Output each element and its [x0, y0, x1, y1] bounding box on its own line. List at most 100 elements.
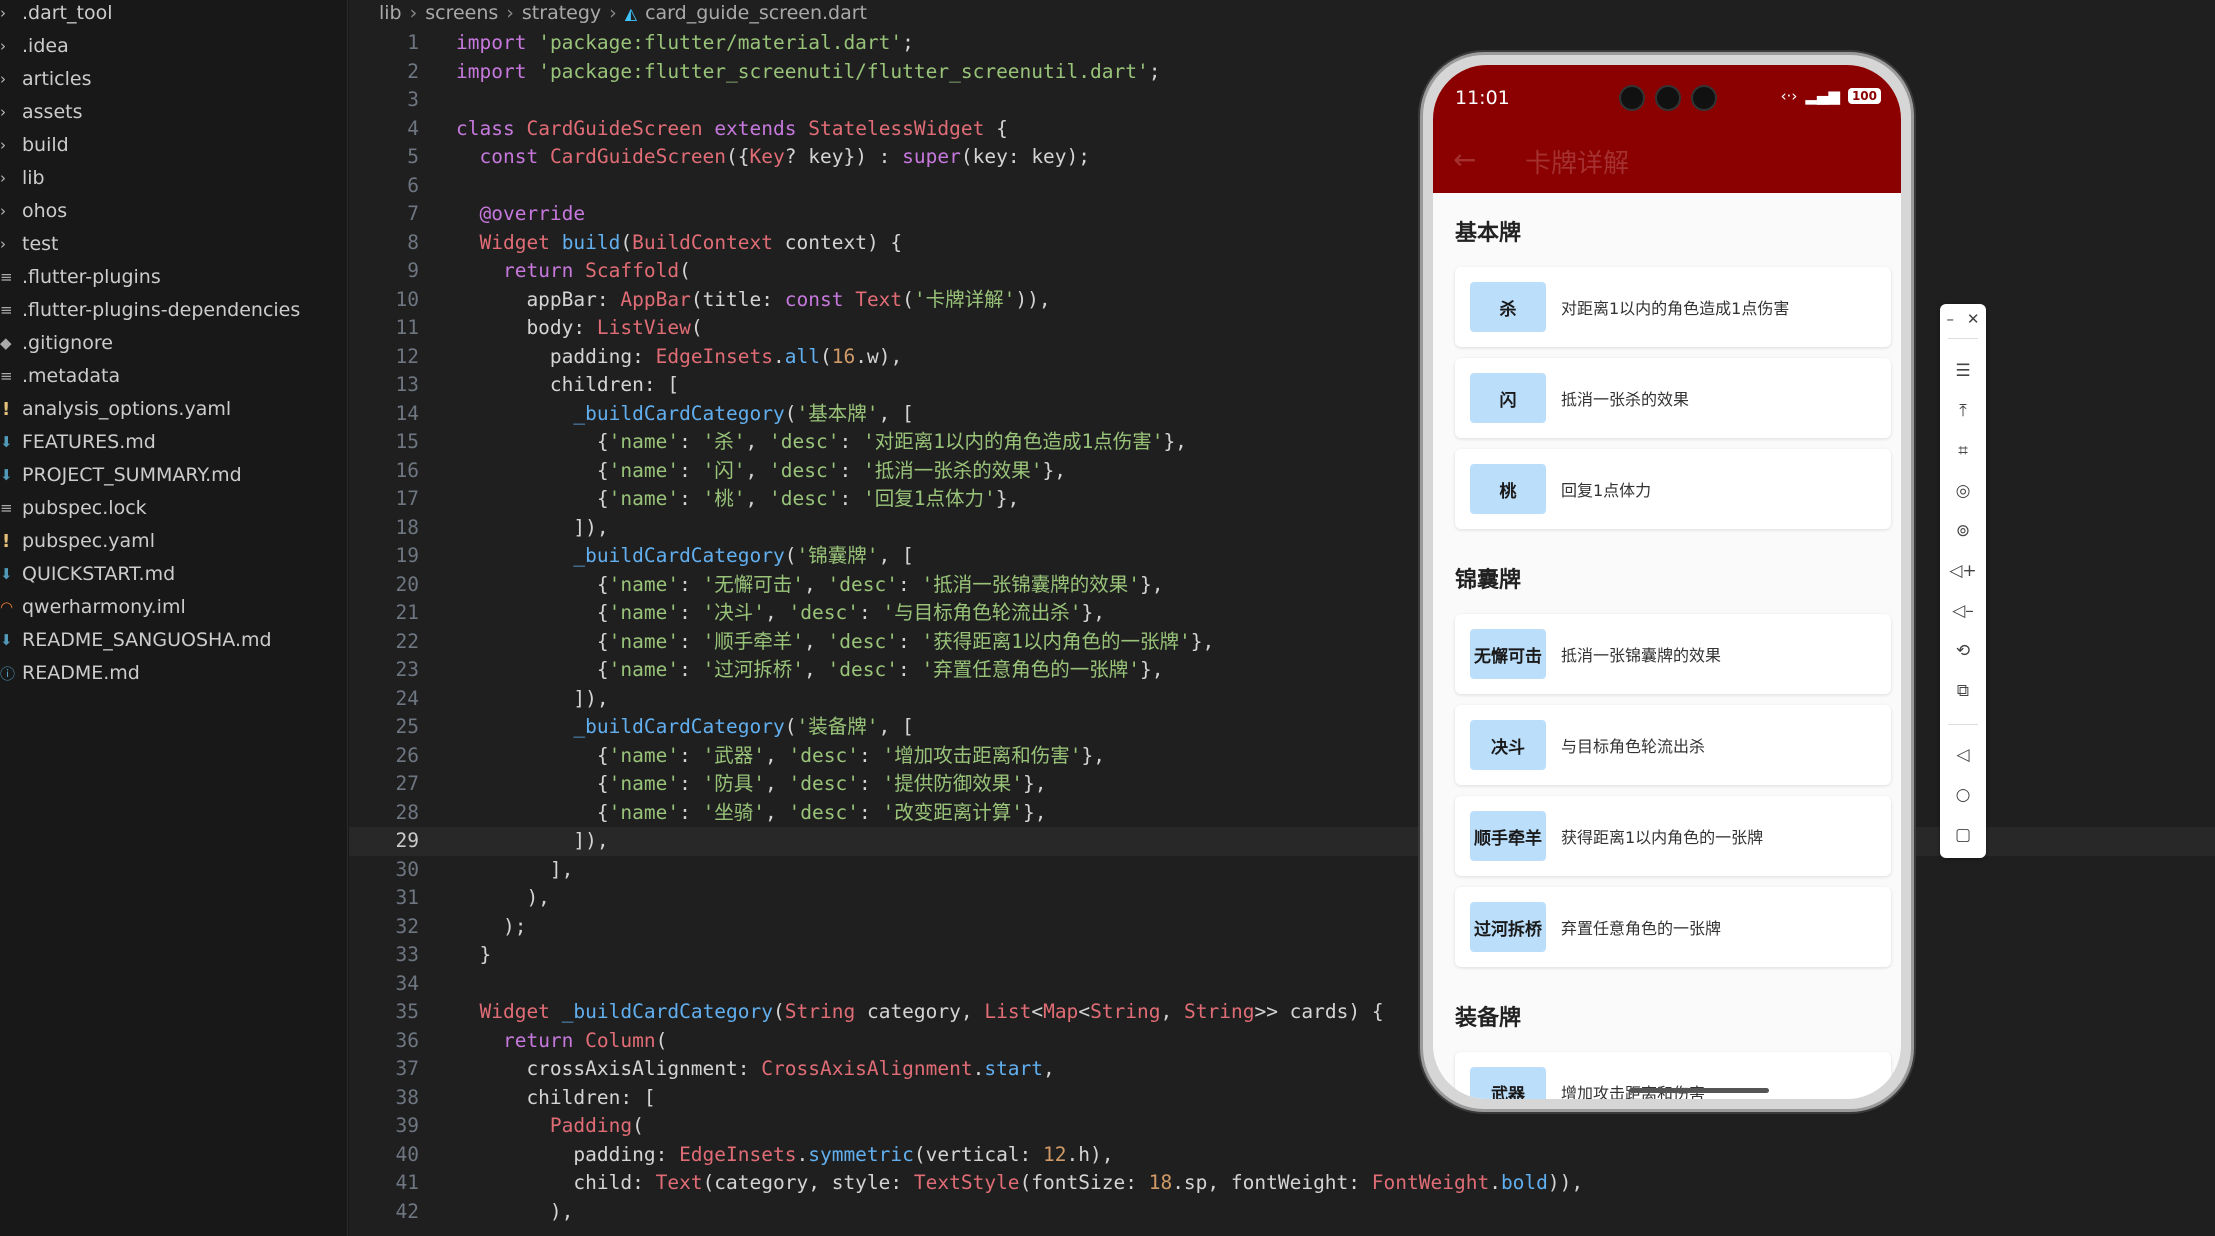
explorer-item[interactable]: › articles [0, 63, 348, 95]
code-text[interactable]: crossAxisAlignment: CrossAxisAlignment.s… [456, 1055, 1054, 1084]
code-text[interactable]: child: Text(category, style: TextStyle(f… [456, 1169, 1583, 1198]
volume-down-icon[interactable]: ◁– [1940, 596, 1986, 626]
explorer-item[interactable]: ◠ qwerharmony.iml [0, 591, 348, 623]
code-line[interactable]: 2 import 'package:flutter_screenutil/flut… [349, 58, 2215, 87]
code-text[interactable]: import 'package:flutter_screenutil/flutt… [456, 58, 1160, 87]
code-line[interactable]: 4 class CardGuideScreen extends Stateless… [349, 115, 2215, 144]
menu-icon[interactable]: ☰ [1940, 356, 1986, 386]
explorer-item[interactable]: ! analysis_options.yaml [0, 393, 348, 425]
code-text[interactable]: Widget _buildCardCategory(String categor… [456, 998, 1383, 1027]
code-line[interactable]: 40 padding: EdgeInsets.symmetric(vertica… [349, 1141, 2215, 1170]
card-item[interactable]: 无懈可击 抵消一张锦囊牌的效果 [1455, 614, 1891, 694]
card-item[interactable]: 顺手牵羊 获得距离1以内角色的一张牌 [1455, 796, 1891, 876]
code-line[interactable]: 19 _buildCardCategory('锦囊牌', [ [349, 542, 2215, 571]
explorer-item[interactable]: ⬇ README_SANGUOSHA.md [0, 624, 348, 656]
code-text[interactable]: {'name': '无懈可击', 'desc': '抵消一张锦囊牌的效果'}, [456, 571, 1164, 600]
code-line[interactable]: 30 ], [349, 856, 2215, 885]
card-item[interactable]: 闪抵消一张杀的效果 [1455, 358, 1891, 438]
code-line[interactable]: 39 Padding( [349, 1112, 2215, 1141]
code-line[interactable]: 34 [349, 970, 2215, 999]
explorer-item[interactable]: › test [0, 228, 348, 260]
code-line[interactable]: 7 @override [349, 200, 2215, 229]
code-text[interactable]: Widget build(BuildContext context) { [456, 229, 902, 258]
code-text[interactable]: ], [456, 856, 574, 885]
shake-icon[interactable]: ⟲ [1940, 636, 1986, 666]
code-line[interactable]: 1 import 'package:flutter/material.dart'; [349, 29, 2215, 58]
code-text[interactable]: ), [456, 884, 549, 913]
explorer-item[interactable]: ! pubspec.yaml [0, 525, 348, 557]
screenshot-icon[interactable]: ⊚ [1940, 516, 1986, 546]
explorer-item[interactable]: ◆ .gitignore [0, 327, 348, 359]
back-arrow-icon[interactable]: ← [1453, 143, 1476, 176]
code-text[interactable]: _buildCardCategory('锦囊牌', [ [456, 542, 913, 571]
code-line[interactable]: 35 Widget _buildCardCategory(String cate… [349, 998, 2215, 1027]
code-line[interactable]: 20 {'name': '无懈可击', 'desc': '抵消一张锦囊牌的效果'… [349, 571, 2215, 600]
explorer-item[interactable]: ⬇ QUICKSTART.md [0, 558, 348, 590]
code-line[interactable]: 15 {'name': '杀', 'desc': '对距离1以内的角色造成1点伤… [349, 428, 2215, 457]
card-list-view[interactable]: 基本牌杀对距离1以内的角色造成1点伤害闪抵消一张杀的效果桃回复1点体力 锦囊牌 无懈… [1433, 193, 1901, 1099]
code-text[interactable]: class CardGuideScreen extends StatelessW… [456, 115, 1008, 144]
pin-top-icon[interactable]: ⤒ [1940, 396, 1986, 426]
code-line[interactable]: 22 {'name': '顺手牵羊', 'desc': '获得距离1以内角色的一… [349, 628, 2215, 657]
code-line[interactable]: 32 ); [349, 913, 2215, 942]
code-line[interactable]: 24 ]), [349, 685, 2215, 714]
volume-up-icon[interactable]: ◁+ [1940, 556, 1986, 586]
phone-screen[interactable]: 11:01 ‹·› ▂▄▆ 100 ← 卡牌详解 基本牌杀对距离1以内的角色造成… [1433, 65, 1901, 1099]
code-text[interactable]: ]), [456, 685, 608, 714]
breadcrumb-file[interactable]: card_guide_screen.dart [645, 2, 867, 24]
code-text[interactable]: {'name': '桃', 'desc': '回复1点体力'}, [456, 485, 1019, 514]
code-line[interactable]: 18 ]), [349, 514, 2215, 543]
code-line[interactable]: 36 return Column( [349, 1027, 2215, 1056]
code-line[interactable]: 14 _buildCardCategory('基本牌', [ [349, 400, 2215, 429]
code-text[interactable]: {'name': '顺手牵羊', 'desc': '获得距离1以内角色的一张牌'… [456, 628, 1214, 657]
code-text[interactable]: {'name': '杀', 'desc': '对距离1以内的角色造成1点伤害'}… [456, 428, 1187, 457]
explorer-item[interactable]: › ohos [0, 195, 348, 227]
code-line[interactable]: 31 ), [349, 884, 2215, 913]
code-line[interactable]: 11 body: ListView( [349, 314, 2215, 343]
code-text[interactable]: ]), [456, 514, 608, 543]
code-text[interactable]: @override [456, 200, 585, 229]
explorer-item[interactable]: ⓘ README.md [0, 657, 348, 689]
code-text[interactable]: _buildCardCategory('基本牌', [ [456, 400, 913, 429]
code-text[interactable]: return Scaffold( [456, 257, 691, 286]
code-line[interactable]: 37 crossAxisAlignment: CrossAxisAlignmen… [349, 1055, 2215, 1084]
rotate-icon[interactable]: ◎ [1940, 476, 1986, 506]
code-line[interactable]: 33 } [349, 941, 2215, 970]
explorer-item[interactable]: › .dart_tool [0, 0, 348, 29]
code-line[interactable]: 16 {'name': '闪', 'desc': '抵消一张杀的效果'}, [349, 457, 2215, 486]
code-text[interactable]: _buildCardCategory('装备牌', [ [456, 713, 913, 742]
code-text[interactable]: {'name': '坐骑', 'desc': '改变距离计算'}, [456, 799, 1047, 828]
multi-window-icon[interactable]: ⧉ [1940, 676, 1986, 706]
code-text[interactable]: {'name': '过河拆桥', 'desc': '弃置任意角色的一张牌'}, [456, 656, 1164, 685]
breadcrumb-screens[interactable]: screens [425, 2, 498, 24]
code-line[interactable]: 26 {'name': '武器', 'desc': '增加攻击距离和伤害'}, [349, 742, 2215, 771]
code-text[interactable]: body: ListView( [456, 314, 702, 343]
card-item[interactable]: 过河拆桥 弃置任意角色的一张牌 [1455, 887, 1891, 967]
code-text[interactable]: appBar: AppBar(title: const Text('卡牌详解')… [456, 286, 1050, 315]
explorer-item[interactable]: ≡ .flutter-plugins-dependencies [0, 294, 348, 326]
code-text[interactable]: children: [ [456, 1084, 655, 1113]
card-item[interactable]: 桃回复1点体力 [1455, 449, 1891, 529]
code-text[interactable]: ), [456, 1198, 574, 1227]
code-text[interactable]: Padding( [456, 1112, 644, 1141]
home-indicator[interactable] [1629, 1088, 1769, 1093]
code-text[interactable]: {'name': '武器', 'desc': '增加攻击距离和伤害'}, [456, 742, 1105, 771]
code-line[interactable]: 25 _buildCardCategory('装备牌', [ [349, 713, 2215, 742]
explorer-item[interactable]: ⬇ PROJECT_SUMMARY.md [0, 459, 348, 491]
code-line[interactable]: 28 {'name': '坐骑', 'desc': '改变距离计算'}, [349, 799, 2215, 828]
explorer-item[interactable]: ≡ pubspec.lock [0, 492, 348, 524]
code-line[interactable]: 13 children: [ [349, 371, 2215, 400]
explorer-item[interactable]: ⬇ FEATURES.md [0, 426, 348, 458]
code-line[interactable]: 29 ]), [349, 827, 2215, 856]
code-text[interactable]: const CardGuideScreen({Key? key}) : supe… [456, 143, 1090, 172]
code-editor[interactable]: lib › screens › strategy › ◭ card_guide_… [349, 0, 2215, 1236]
code-line[interactable]: 8 Widget build(BuildContext context) { [349, 229, 2215, 258]
home-nav-icon[interactable]: ○ [1940, 780, 1986, 810]
explorer-item[interactable]: ≡ .metadata [0, 360, 348, 392]
code-line[interactable]: 12 padding: EdgeInsets.all(16.w), [349, 343, 2215, 372]
code-line[interactable]: 38 children: [ [349, 1084, 2215, 1113]
crop-icon[interactable]: ⌗ [1940, 436, 1986, 466]
explorer-item[interactable]: ≡ .flutter-plugins [0, 261, 348, 293]
code-text[interactable]: {'name': '闪', 'desc': '抵消一张杀的效果'}, [456, 457, 1066, 486]
close-icon[interactable]: ✕ [1967, 310, 1980, 328]
